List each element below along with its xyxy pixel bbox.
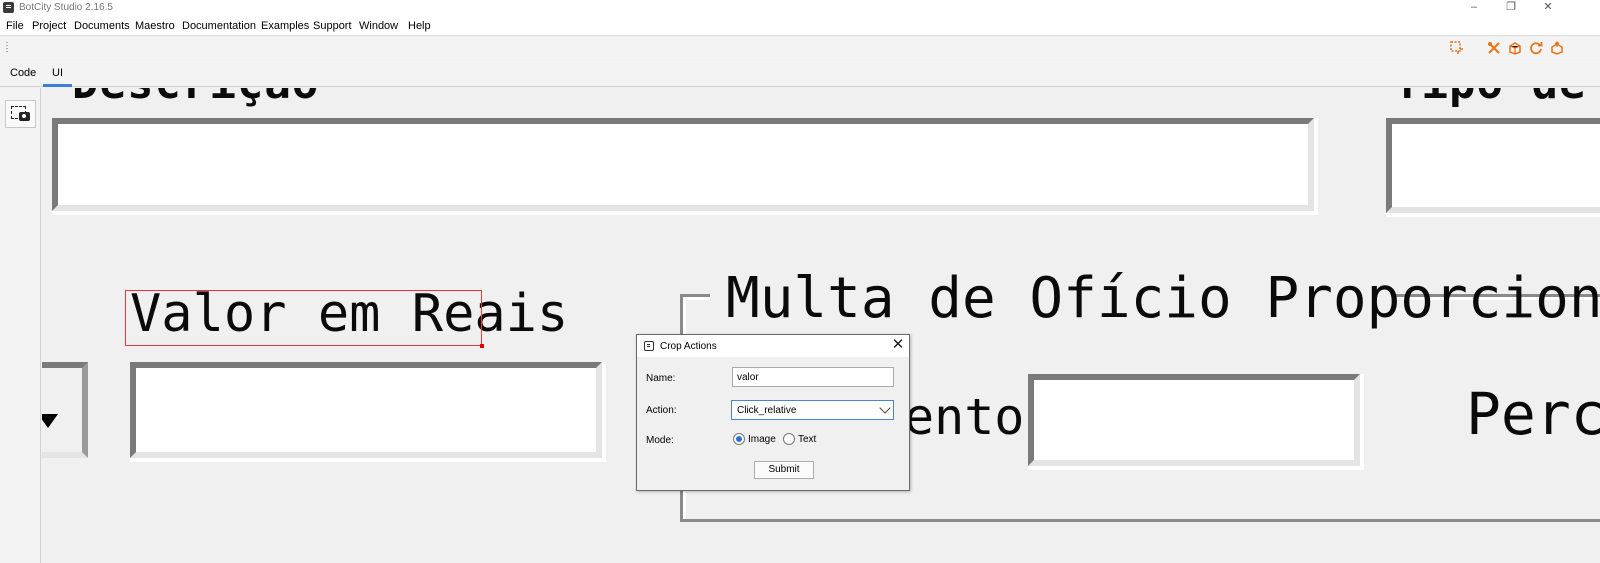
action-label: Action:: [646, 405, 677, 416]
chevron-down-icon: [879, 402, 891, 414]
group-title-multa: Multa de Ofício Proporcional: [726, 266, 1600, 331]
camera-icon: [19, 112, 30, 121]
package-icon[interactable]: [1508, 41, 1522, 55]
minimize-button[interactable]: –: [1456, 0, 1492, 16]
menu-maestro[interactable]: Maestro: [135, 20, 175, 32]
descricao-field[interactable]: [52, 118, 1314, 211]
menu-examples[interactable]: Examples: [261, 20, 309, 32]
mode-text-label[interactable]: Text: [798, 434, 816, 445]
tab-code[interactable]: Code: [10, 67, 36, 79]
mode-text-radio[interactable]: [783, 433, 795, 445]
dialog-titlebar[interactable]: Crop Actions ✕: [637, 335, 909, 357]
label-tipo-fragment: Tipo de: [1394, 88, 1586, 109]
menu-project[interactable]: Project: [32, 20, 66, 32]
window-title: BotCity Studio 2.16.5: [19, 2, 113, 13]
mode-label: Mode:: [646, 435, 674, 446]
mode-image-label[interactable]: Image: [748, 434, 776, 445]
app-icon: [3, 2, 14, 13]
dialog-title: Crop Actions: [660, 341, 717, 352]
menu-file[interactable]: File: [6, 20, 24, 32]
window-titlebar: BotCity Studio 2.16.5 – ❐ ✕: [0, 0, 1600, 16]
tipo-field[interactable]: [1386, 118, 1600, 213]
toolbar-grip[interactable]: [6, 42, 8, 54]
toolbar: [0, 37, 1600, 59]
crop-actions-dialog: Crop Actions ✕ Name: Action: Click_relat…: [636, 334, 910, 491]
label-percentual-fragment: Perc: [1466, 380, 1600, 448]
crop-icon[interactable]: [1450, 41, 1464, 55]
dialog-app-icon: [644, 341, 654, 351]
left-tool-panel: [0, 88, 41, 563]
selection-resize-handle[interactable]: [480, 344, 484, 348]
menu-window[interactable]: Window: [359, 20, 398, 32]
deploy-icon[interactable]: [1550, 41, 1564, 55]
menu-support[interactable]: Support: [313, 20, 352, 32]
mode-image-radio[interactable]: [733, 433, 745, 445]
refresh-icon[interactable]: [1529, 41, 1543, 55]
submit-button[interactable]: Submit: [754, 461, 814, 479]
dropdown-arrow-icon: [42, 414, 58, 428]
menubar: File Project Documents Maestro Documenta…: [0, 16, 1600, 36]
menu-help[interactable]: Help: [408, 20, 431, 32]
valor-field[interactable]: [130, 362, 602, 458]
dropdown-field-fragment[interactable]: [42, 362, 88, 458]
dialog-close-icon[interactable]: ✕: [890, 336, 906, 354]
capture-screen-button[interactable]: [5, 100, 36, 128]
maximize-button[interactable]: ❐: [1493, 0, 1529, 16]
label-descricao-fragment: Descrição: [72, 88, 319, 109]
tools-icon[interactable]: [1487, 41, 1501, 55]
name-label: Name:: [646, 373, 676, 384]
active-tab-indicator: [43, 84, 72, 87]
menu-documentation[interactable]: Documentation: [182, 20, 256, 32]
tab-ui[interactable]: UI: [52, 67, 63, 79]
name-input[interactable]: [732, 367, 894, 387]
editor-tabs: Code UI: [0, 60, 1600, 87]
action-select[interactable]: Click_relative: [731, 400, 894, 420]
action-select-value: Click_relative: [737, 405, 797, 416]
capture-canvas[interactable]: Descrição Tipo de Valor em Reais Multa d…: [42, 88, 1600, 563]
close-window-button[interactable]: ✕: [1530, 0, 1566, 16]
menu-documents[interactable]: Documents: [74, 20, 130, 32]
crop-selection-box[interactable]: [125, 290, 482, 346]
pagamento-field[interactable]: [1028, 374, 1360, 466]
